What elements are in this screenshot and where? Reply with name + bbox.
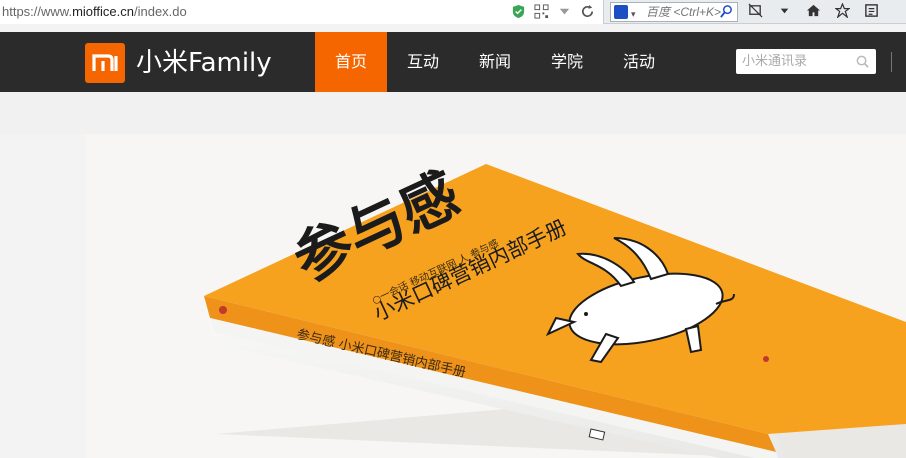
reload-icon[interactable] <box>580 4 595 19</box>
site-header: 小米Family 首页 互动 新闻 学院 活动 小米通讯录 <box>0 32 906 92</box>
nav-news[interactable]: 新闻 <box>459 32 531 92</box>
mi-logo-icon <box>92 54 118 71</box>
bookmarks-icon[interactable] <box>864 3 879 18</box>
chevron-down-icon[interactable]: ▾ <box>631 5 636 21</box>
hero-banner[interactable]: 参与感 小米口碑营销内部手册 参与感 小米口碑营销内部手册 ○一会话 移动互联网… <box>86 134 906 458</box>
menu-dropdown-icon[interactable] <box>777 3 792 18</box>
star-icon[interactable] <box>835 3 850 18</box>
site-search-placeholder: 小米通讯录 <box>742 54 808 69</box>
address-bar[interactable]: https://www.mioffice.cn/index.do <box>0 0 604 24</box>
browser-search-input[interactable]: ▾ 百度 <Ctrl+K> <box>610 2 738 22</box>
screenshot-icon[interactable] <box>748 3 763 18</box>
main-nav: 首页 互动 新闻 学院 活动 <box>315 32 675 92</box>
browser-toolbar: https://www.mioffice.cn/index.do ▾ 百度 <C… <box>0 0 906 24</box>
nav-events[interactable]: 活动 <box>603 32 675 92</box>
browser-search-placeholder: 百度 <Ctrl+K> <box>646 5 722 19</box>
nav-interaction[interactable]: 互动 <box>387 32 459 92</box>
nav-home[interactable]: 首页 <box>315 32 387 92</box>
dropdown-arrow-icon[interactable] <box>557 4 572 19</box>
url-domain: mioffice.cn <box>72 4 134 19</box>
site-search-input[interactable]: 小米通讯录 <box>736 49 876 74</box>
spine-seal <box>219 306 227 314</box>
brand-name[interactable]: 小米Family <box>136 46 272 80</box>
publisher-mark <box>763 356 769 362</box>
book-cover-illustration: 参与感 小米口碑营销内部手册 参与感 小米口碑营销内部手册 ○一会话 移动互联网… <box>204 160 906 458</box>
page-background <box>0 92 906 134</box>
shield-icon[interactable] <box>511 4 526 19</box>
url-path: /index.do <box>133 4 187 19</box>
qr-code-icon[interactable] <box>534 4 549 19</box>
nav-academy[interactable]: 学院 <box>531 32 603 92</box>
browser-toolbar-buttons <box>748 3 879 18</box>
baidu-paw-icon <box>614 5 628 19</box>
search-icon[interactable] <box>719 4 734 19</box>
search-icon[interactable] <box>855 54 870 69</box>
url-prefix: https://www. <box>2 4 73 19</box>
header-divider <box>891 52 906 72</box>
mi-logo[interactable] <box>85 43 125 83</box>
home-icon[interactable] <box>806 3 821 18</box>
address-bar-icons <box>511 4 595 19</box>
